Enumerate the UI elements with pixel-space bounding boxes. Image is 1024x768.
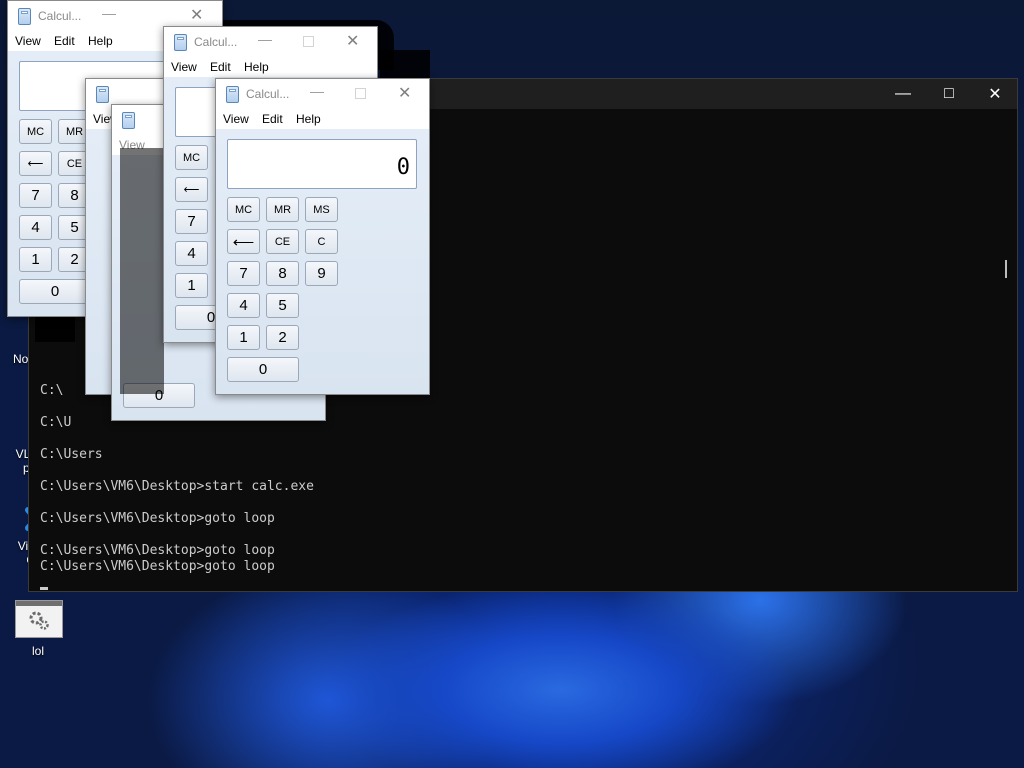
key-mr[interactable]: MR <box>266 197 299 222</box>
menu-bar: View Edit Help <box>216 109 429 129</box>
key-0[interactable]: 0 <box>227 357 299 382</box>
menu-view[interactable]: View <box>171 60 197 74</box>
key-backspace[interactable]: ⟵ <box>227 229 260 254</box>
terminal-line: C:\U <box>40 415 72 430</box>
desktop-icon-label: lol <box>31 644 44 658</box>
redraw-trail <box>35 315 75 342</box>
minimize-button[interactable]: — <box>258 31 272 47</box>
minimize-button[interactable]: — <box>880 79 926 109</box>
close-icon: ✕ <box>988 86 1002 103</box>
menu-help[interactable]: Help <box>244 60 269 74</box>
redraw-trail <box>380 50 430 80</box>
window-title: Calcul... <box>38 9 82 23</box>
minimize-button[interactable]: — <box>310 83 324 99</box>
window-title: Calcul... <box>246 87 290 101</box>
key-9[interactable]: 9 <box>305 261 338 286</box>
key-1[interactable]: 1 <box>19 247 52 272</box>
key-7[interactable]: 7 <box>227 261 260 286</box>
key-0[interactable]: 0 <box>19 279 91 304</box>
terminal-line: C:\Users\VM6\Desktop>goto loop <box>40 559 275 574</box>
maximize-icon: □ <box>944 85 954 102</box>
text-cursor <box>40 587 48 590</box>
key-ms[interactable]: MS <box>305 197 338 222</box>
close-button[interactable]: ✕ <box>398 83 411 103</box>
minimize-icon: — <box>895 85 911 102</box>
minimize-button[interactable]: — <box>102 5 116 21</box>
key-4[interactable]: 4 <box>19 215 52 240</box>
display-value: 0 <box>396 155 410 180</box>
key-mc[interactable]: MC <box>227 197 260 222</box>
key-8[interactable]: 8 <box>266 261 299 286</box>
calculator-app-icon <box>122 112 135 129</box>
key-mc[interactable]: MC <box>19 119 52 144</box>
key-4[interactable]: 4 <box>175 241 208 266</box>
calculator-app-icon <box>226 86 239 103</box>
terminal-line: C:\Users\VM6\Desktop>goto loop <box>40 543 275 558</box>
calculator-app-icon <box>18 8 31 25</box>
key-5[interactable]: 5 <box>266 293 299 318</box>
close-button[interactable]: ✕ <box>972 79 1018 109</box>
menu-view[interactable]: View <box>15 34 41 48</box>
key-1[interactable]: 1 <box>227 325 260 350</box>
window-title: Calcul... <box>194 35 238 49</box>
key-1[interactable]: 1 <box>175 273 208 298</box>
key-ce[interactable]: CE <box>266 229 299 254</box>
terminal-line: C:\Users\VM6\Desktop>goto loop <box>40 511 275 526</box>
menu-edit[interactable]: Edit <box>262 112 283 126</box>
menu-edit[interactable]: Edit <box>210 60 231 74</box>
key-mc[interactable]: MC <box>175 145 208 170</box>
close-button[interactable]: ✕ <box>190 5 203 25</box>
batch-file-icon <box>15 600 63 638</box>
maximize-button[interactable]: □ <box>926 79 972 109</box>
maximize-button[interactable] <box>303 36 314 47</box>
calculator-titlebar[interactable]: Calcul... — ✕ <box>164 27 377 57</box>
calculator-body: 0 MC MR MS ⟵ CE C 7 8 9 4 5 1 2 0 <box>216 129 429 394</box>
key-7[interactable]: 7 <box>175 209 208 234</box>
calculator-window-active[interactable]: Calcul... — ✕ View Edit Help 0 MC MR MS … <box>215 78 430 395</box>
menu-help[interactable]: Help <box>296 112 321 126</box>
terminal-line: C:\Users\VM6\Desktop>start calc.exe <box>40 479 314 494</box>
key-2[interactable]: 2 <box>266 325 299 350</box>
terminal-line: C:\ <box>40 383 64 398</box>
calculator-display: 0 <box>227 139 417 189</box>
key-4[interactable]: 4 <box>227 293 260 318</box>
key-backspace[interactable]: ⟵ <box>19 151 52 176</box>
menu-bar: View Edit Help <box>164 57 377 77</box>
maximize-button[interactable] <box>355 88 366 99</box>
close-button[interactable]: ✕ <box>346 31 359 51</box>
redraw-trail <box>120 148 164 394</box>
menu-edit[interactable]: Edit <box>54 34 75 48</box>
menu-help[interactable]: Help <box>88 34 113 48</box>
key-backspace[interactable]: ⟵ <box>175 177 208 202</box>
terminal-line: C:\Users <box>40 447 103 462</box>
key-c[interactable]: C <box>305 229 338 254</box>
key-7[interactable]: 7 <box>19 183 52 208</box>
desktop-icon-lol[interactable]: lol <box>8 600 68 658</box>
calculator-titlebar[interactable]: Calcul... — ✕ <box>216 79 429 109</box>
scrollbar[interactable] <box>1005 260 1007 278</box>
calculator-app-icon <box>174 34 187 51</box>
calculator-app-icon <box>96 86 109 103</box>
menu-view[interactable]: View <box>223 112 249 126</box>
